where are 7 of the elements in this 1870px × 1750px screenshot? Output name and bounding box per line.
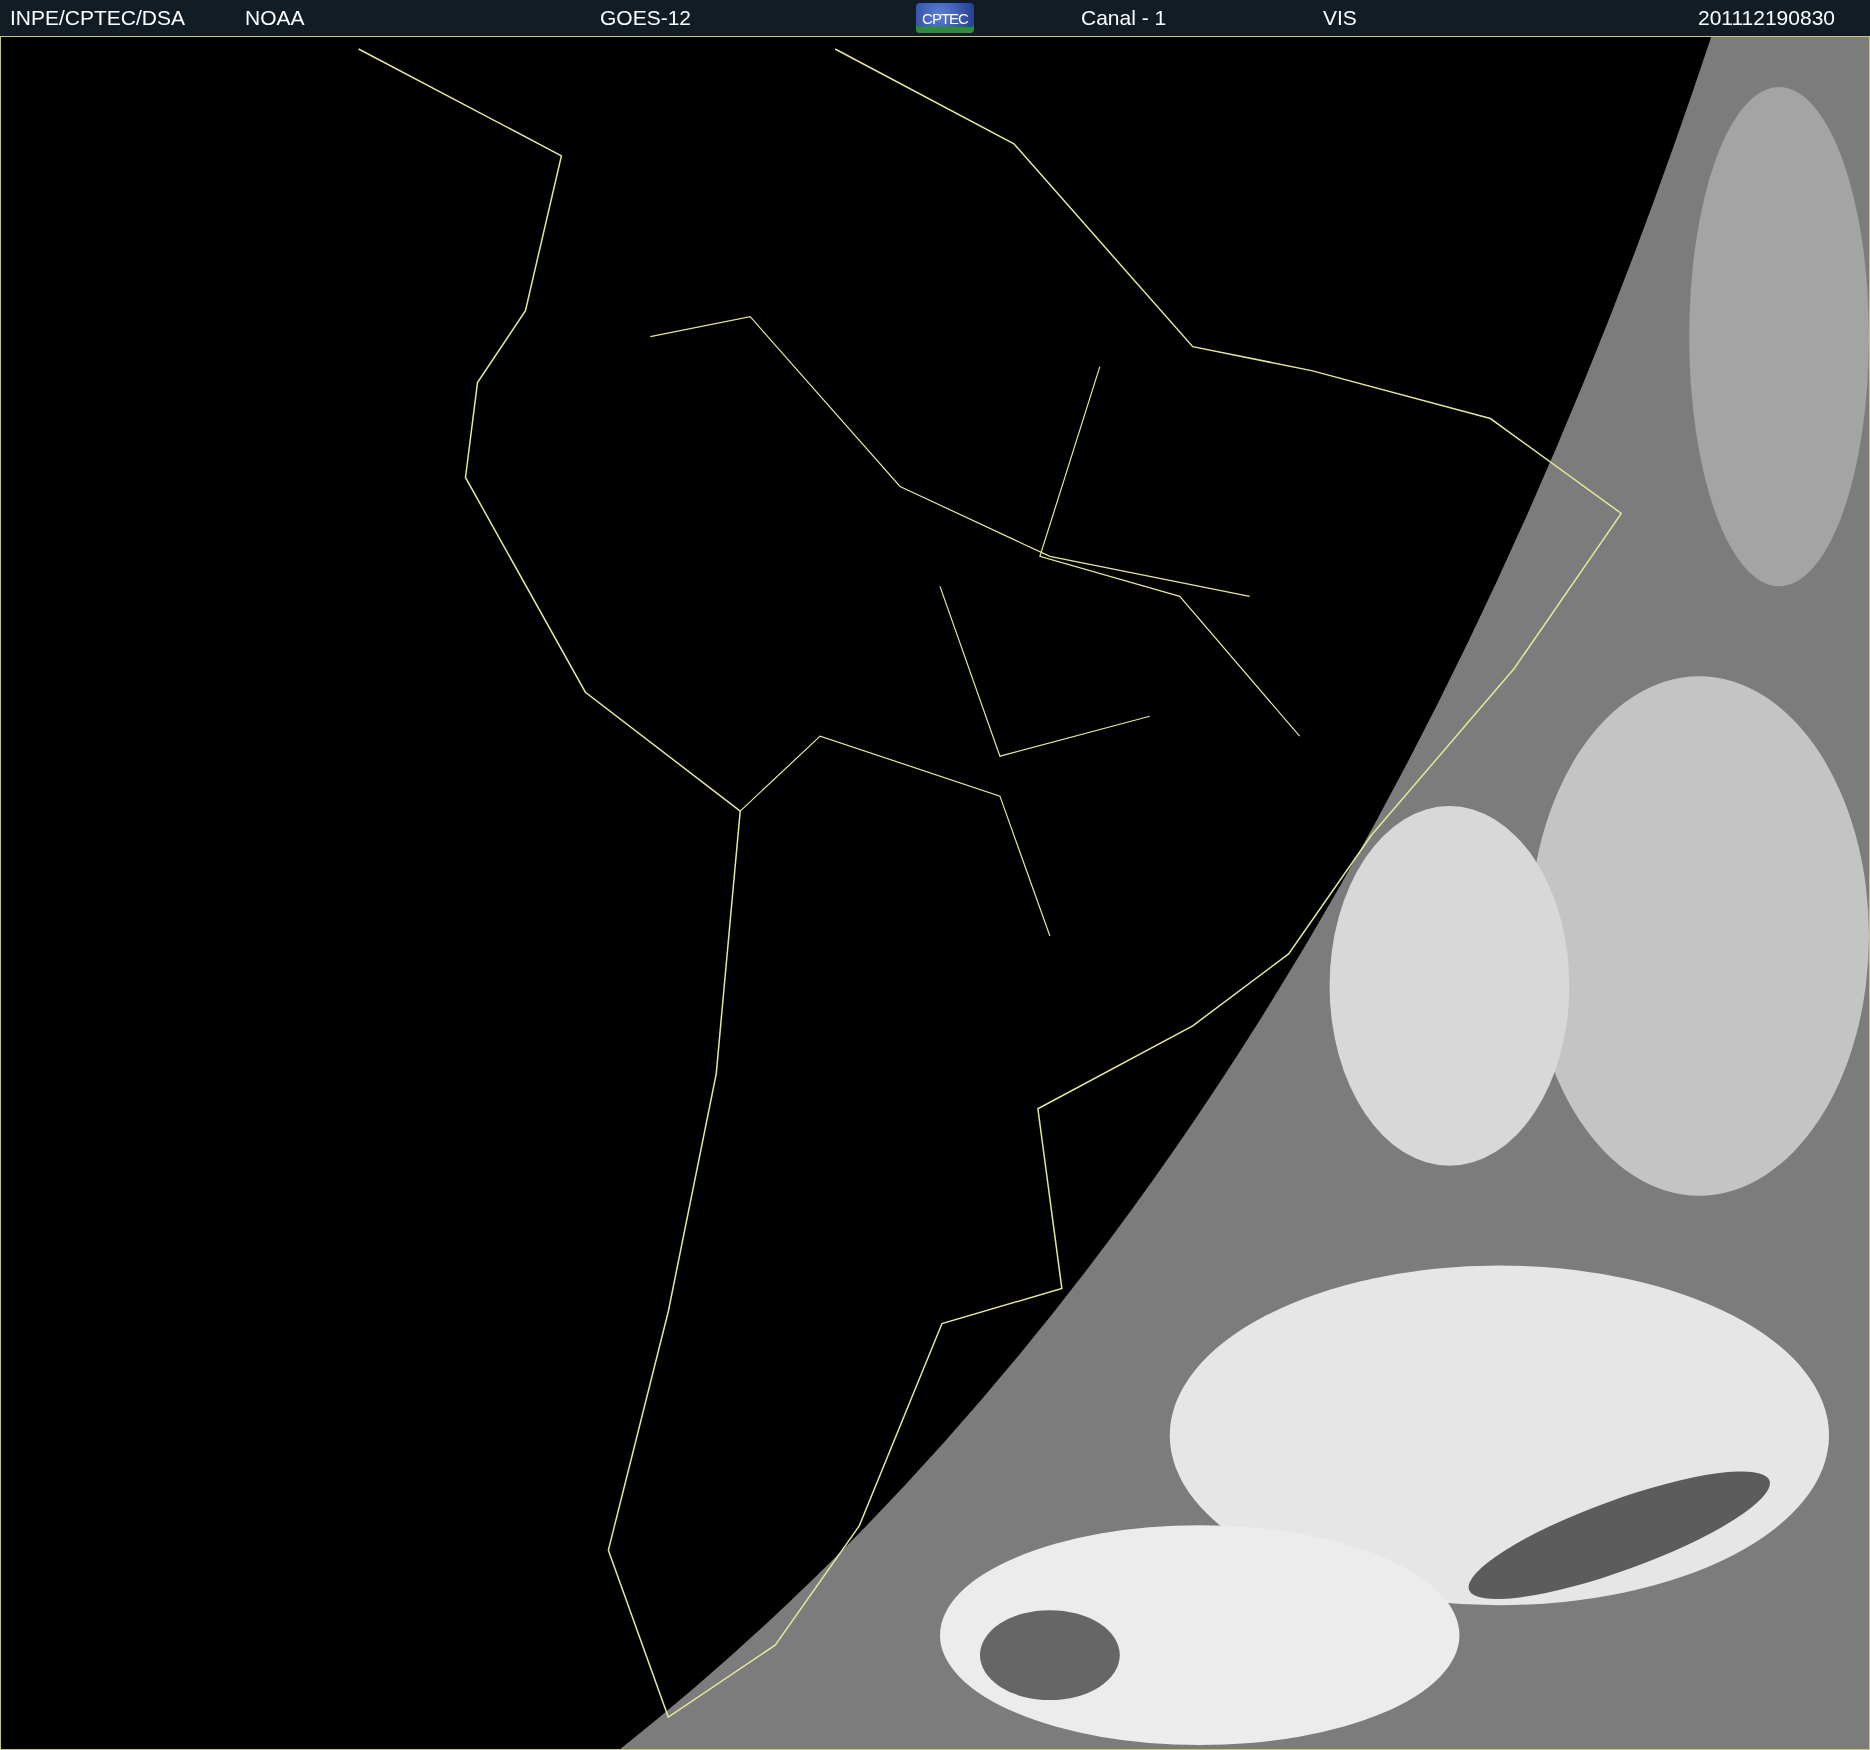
channel-label: Canal - 1 <box>1081 6 1168 30</box>
logo: CPTEC <box>916 3 974 33</box>
satellite-label: GOES-12 <box>600 6 693 30</box>
band-label: VIS <box>1323 6 1358 30</box>
timestamp-label: 201112190830 <box>1697 6 1835 30</box>
agency-label: NOAA <box>245 6 306 30</box>
source-label: INPE/CPTEC/DSA <box>10 6 187 30</box>
